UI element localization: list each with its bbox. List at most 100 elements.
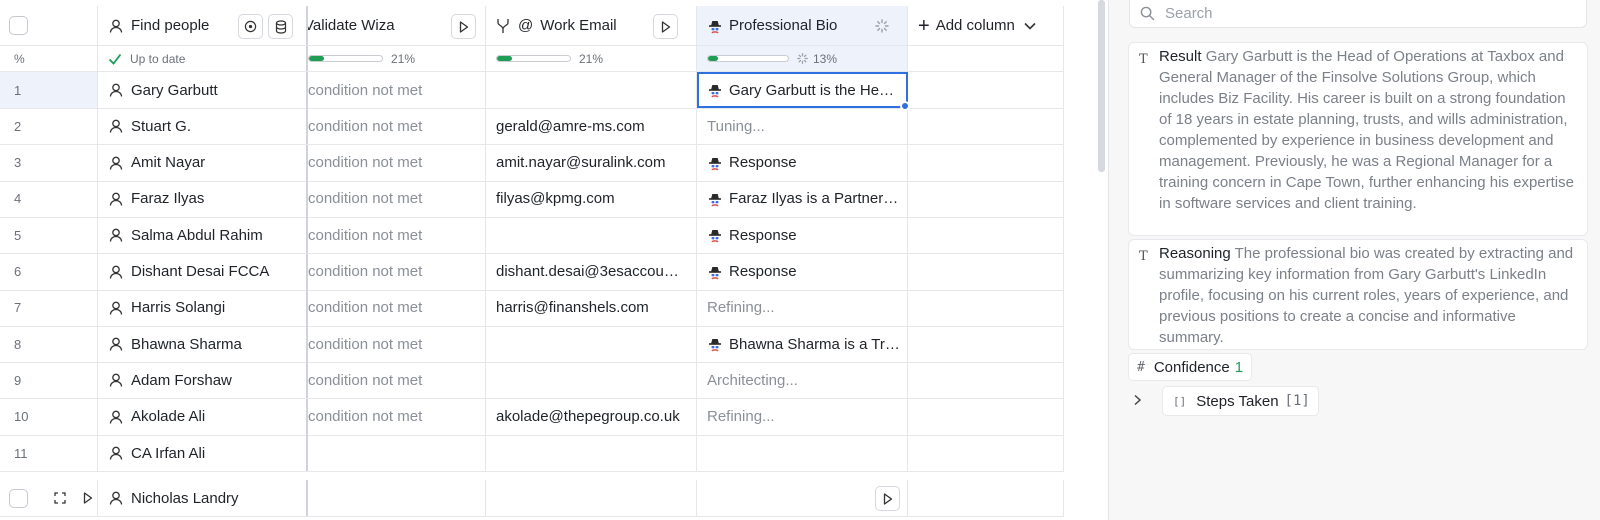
target-icon-button[interactable] xyxy=(238,14,263,39)
wiza-cell[interactable]: condition not met xyxy=(308,180,486,217)
row-number[interactable]: 3 xyxy=(0,144,98,181)
bio-cell[interactable] xyxy=(697,480,908,516)
person-cell[interactable]: Nicholas Landry xyxy=(98,480,308,516)
wiza-cell[interactable]: condition not met xyxy=(308,144,486,181)
person-cell[interactable]: Gary Garbutt xyxy=(98,72,308,108)
bio-cell[interactable]: Refining... xyxy=(697,398,908,435)
wiza-cell[interactable] xyxy=(308,435,486,471)
search-input[interactable] xyxy=(1163,4,1563,23)
wiza-cell[interactable] xyxy=(308,480,486,516)
bio-cell[interactable]: Refining... xyxy=(697,289,908,326)
table-row: 8 Bhawna Sharma condition not met Bhawna Sh… xyxy=(0,326,1064,364)
column-status-row: % Up to date 21% 21% 13% xyxy=(0,46,1064,72)
person-cell[interactable]: Salma Abdul Rahim xyxy=(98,217,308,254)
person-cell[interactable]: Adam Forshaw xyxy=(98,362,308,399)
row-number[interactable]: 9 xyxy=(0,362,98,399)
spy-agent-icon xyxy=(709,20,721,33)
row-number[interactable]: 2 xyxy=(0,108,98,145)
run-cell-button[interactable] xyxy=(875,486,900,511)
email-cell[interactable] xyxy=(486,326,697,363)
empty-cell xyxy=(908,108,1064,145)
plus-icon: + xyxy=(918,14,930,37)
row-number[interactable]: 11 xyxy=(0,435,98,471)
reasoning-field[interactable]: T Reasoning The professional bio was cre… xyxy=(1128,239,1588,350)
email-cell[interactable] xyxy=(486,217,697,254)
bio-value: Response xyxy=(729,263,797,280)
column-header-work-email[interactable]: @ Work Email xyxy=(486,6,697,45)
bio-cell[interactable]: Tuning... xyxy=(697,108,908,145)
person-cell[interactable]: Amit Nayar xyxy=(98,144,308,181)
expand-icon[interactable] xyxy=(54,492,66,504)
email-cell[interactable] xyxy=(486,435,697,471)
bio-value: Gary Garbutt is the He… xyxy=(729,81,895,99)
steps-taken-field[interactable]: [] Steps Taken [1] xyxy=(1162,386,1319,416)
database-icon-button[interactable] xyxy=(268,14,293,39)
column-header-find-people[interactable]: Find people xyxy=(98,6,308,45)
cell-resize-handle[interactable] xyxy=(900,101,910,111)
wiza-cell[interactable]: condition not met xyxy=(308,326,486,363)
email-cell[interactable]: harris@finanshels.com xyxy=(486,289,697,326)
person-cell[interactable]: Akolade Ali xyxy=(98,398,308,435)
column-header-validate-wiza[interactable]: Validate Wiza xyxy=(308,6,486,45)
wiza-cell[interactable]: condition not met xyxy=(308,217,486,254)
person-cell[interactable]: Stuart G. xyxy=(98,108,308,145)
row-number[interactable]: 10 xyxy=(0,398,98,435)
steps-key: Steps Taken xyxy=(1196,392,1279,410)
row-number[interactable]: 4 xyxy=(0,180,98,217)
result-field[interactable]: T Result Gary Garbutt is the Head of Ope… xyxy=(1128,42,1588,236)
wiza-status: condition not met xyxy=(308,371,423,389)
row-number[interactable]: 6 xyxy=(0,253,98,290)
empty-cell xyxy=(908,480,1064,516)
run-column-button[interactable] xyxy=(451,14,476,39)
bio-value: Refining... xyxy=(707,299,775,317)
column-title: Find people xyxy=(131,17,210,34)
bio-cell[interactable]: Architecting... xyxy=(697,362,908,399)
email-cell[interactable]: dishant.desai@3esaccou… xyxy=(486,253,697,290)
person-cell[interactable]: CA Irfan Ali xyxy=(98,435,308,471)
bio-cell[interactable]: Response xyxy=(697,253,908,290)
email-cell[interactable] xyxy=(486,362,697,399)
professional-bio-progress: 13% xyxy=(697,46,908,71)
row-number[interactable]: 1 xyxy=(0,72,98,108)
column-header-professional-bio[interactable]: Professional Bio xyxy=(697,6,908,45)
add-column-button[interactable]: + Add column xyxy=(908,6,1064,45)
spy-agent-icon xyxy=(709,85,721,98)
email-cell[interactable] xyxy=(486,72,697,108)
chevron-right-icon[interactable] xyxy=(1133,394,1143,406)
email-cell[interactable]: amit.nayar@suralink.com xyxy=(486,144,697,181)
person-cell[interactable]: Faraz Ilyas xyxy=(98,180,308,217)
play-icon[interactable] xyxy=(83,492,93,504)
run-column-button[interactable] xyxy=(653,14,678,39)
email-cell[interactable]: gerald@amre-ms.com xyxy=(486,108,697,145)
select-all-checkbox[interactable] xyxy=(9,16,28,35)
bio-cell[interactable]: Response xyxy=(697,144,908,181)
data-table: Find people Validate Wiza @ Work Email P xyxy=(0,0,1064,520)
wiza-cell[interactable]: condition not met xyxy=(308,253,486,290)
bio-cell[interactable] xyxy=(697,435,908,471)
row-number[interactable]: 8 xyxy=(0,326,98,363)
wiza-cell[interactable]: condition not met xyxy=(308,108,486,145)
bio-cell[interactable]: Faraz Ilyas is a Partner… xyxy=(697,180,908,217)
person-icon xyxy=(109,301,123,315)
wiza-cell[interactable]: condition not met xyxy=(308,362,486,399)
row-number-text: 7 xyxy=(14,300,22,316)
email-cell[interactable] xyxy=(486,480,697,516)
row-checkbox[interactable] xyxy=(9,488,28,508)
wiza-cell[interactable]: condition not met xyxy=(308,72,486,108)
wiza-cell[interactable]: condition not met xyxy=(308,289,486,326)
email-cell[interactable]: filyas@kpmg.com xyxy=(486,180,697,217)
bio-cell[interactable]: Response xyxy=(697,217,908,254)
email-cell[interactable]: akolade@thepegroup.co.uk xyxy=(486,398,697,435)
person-cell[interactable]: Harris Solangi xyxy=(98,289,308,326)
person-icon xyxy=(109,446,123,460)
person-cell[interactable]: Bhawna Sharma xyxy=(98,326,308,363)
person-cell[interactable]: Dishant Desai FCCA xyxy=(98,253,308,290)
email-value: harris@finanshels.com xyxy=(496,299,649,317)
grid-scrollbar[interactable] xyxy=(1098,0,1105,172)
confidence-field[interactable]: # Confidence 1 xyxy=(1128,353,1253,381)
bio-cell[interactable]: Bhawna Sharma is a Tr… xyxy=(697,326,908,363)
row-number[interactable]: 7 xyxy=(0,289,98,326)
row-number[interactable]: 5 xyxy=(0,217,98,254)
bio-cell[interactable]: Gary Garbutt is the He… xyxy=(697,72,908,108)
wiza-cell[interactable]: condition not met xyxy=(308,398,486,435)
